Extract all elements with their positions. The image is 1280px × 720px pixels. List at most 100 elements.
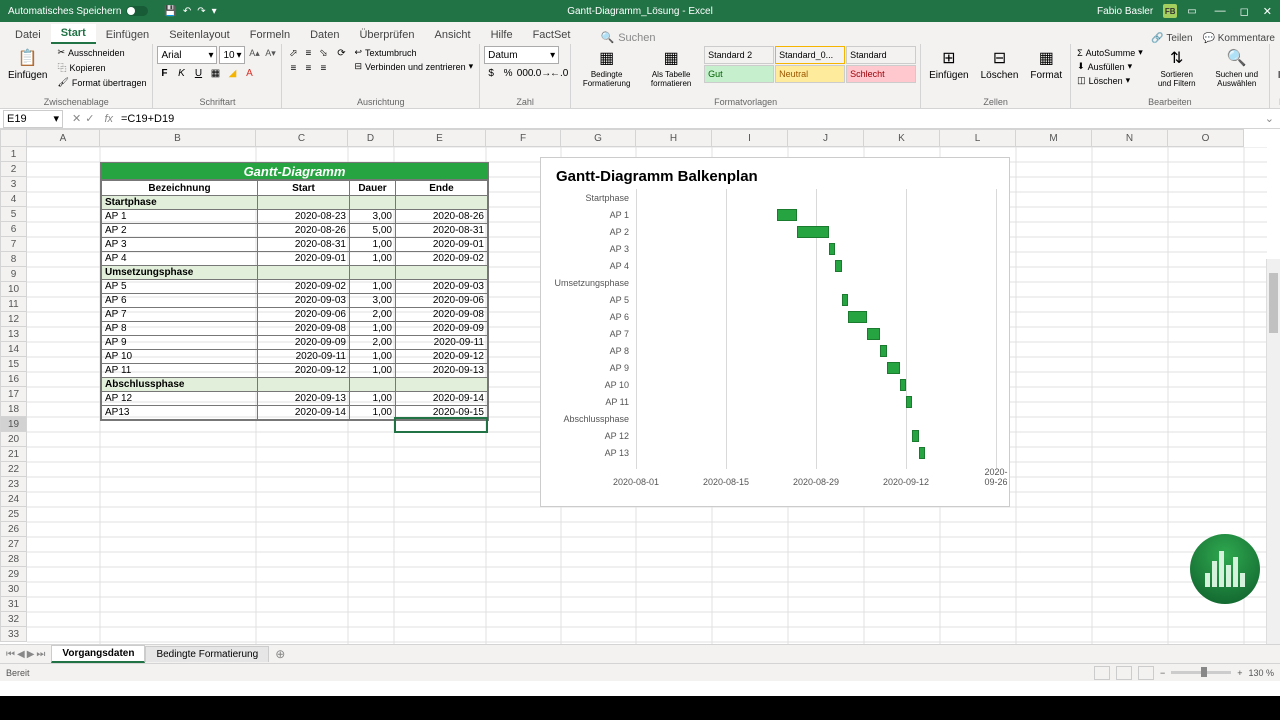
table-cell[interactable]: AP 9	[102, 336, 258, 350]
column-headers[interactable]: ABCDEFGHIJKLMNO	[27, 129, 1244, 147]
number-format-select[interactable]: Datum▾	[484, 46, 559, 64]
row-header-6[interactable]: 6	[0, 222, 27, 237]
delete-cells-button[interactable]: ⊟Löschen	[977, 46, 1023, 83]
table-cell[interactable]: AP 12	[102, 392, 258, 406]
formula-input[interactable]: =C19+D19	[117, 113, 1259, 125]
table-cell[interactable]: 2020-09-02	[396, 252, 488, 266]
percent-icon[interactable]: %	[501, 66, 515, 80]
user-avatar[interactable]: FB	[1163, 4, 1177, 18]
table-cell[interactable]	[258, 378, 350, 392]
normal-view-icon[interactable]	[1094, 666, 1110, 680]
row-header-23[interactable]: 23	[0, 477, 27, 492]
table-cell[interactable]: AP 4	[102, 252, 258, 266]
col-header-F[interactable]: F	[486, 129, 561, 147]
align-middle-icon[interactable]: ≡	[301, 46, 315, 60]
table-row[interactable]: AP 92020-09-092,002020-09-11	[102, 336, 488, 350]
table-cell[interactable]: AP 11	[102, 364, 258, 378]
tell-me-search[interactable]: 🔍 Suchen	[600, 31, 655, 44]
table-cell[interactable]: Umsetzungsphase	[102, 266, 258, 280]
col-header-H[interactable]: H	[636, 129, 712, 147]
table-row[interactable]: AP 22020-08-265,002020-08-31	[102, 224, 488, 238]
table-cell[interactable]: 2020-09-08	[258, 322, 350, 336]
table-cell[interactable]: Startphase	[102, 196, 258, 210]
fx-icon[interactable]: fx	[104, 113, 113, 125]
table-cell[interactable]: AP 2	[102, 224, 258, 238]
table-cell[interactable]: 2020-09-15	[396, 406, 488, 420]
row-header-24[interactable]: 24	[0, 492, 27, 507]
col-header-D[interactable]: D	[348, 129, 394, 147]
worksheet-grid[interactable]: ABCDEFGHIJKLMNO 123456789101112131415161…	[0, 129, 1280, 644]
style-gut[interactable]: Gut	[704, 65, 774, 83]
align-left-icon[interactable]: ≡	[286, 61, 300, 75]
sheet-nav-next-icon[interactable]: ▶	[27, 649, 35, 660]
row-header-15[interactable]: 15	[0, 357, 27, 372]
minimize-icon[interactable]: —	[1215, 5, 1226, 18]
add-sheet-button[interactable]: ⊕	[275, 647, 285, 661]
autosave-toggle[interactable]: Automatisches Speichern	[0, 6, 156, 17]
table-cell[interactable]	[396, 196, 488, 210]
table-cell[interactable]: AP 5	[102, 280, 258, 294]
table-cell[interactable]: AP 3	[102, 238, 258, 252]
cell-styles-gallery[interactable]: Standard 2 Standard_0... Standard Gut Ne…	[704, 46, 916, 83]
table-cell[interactable]: 2020-08-31	[258, 238, 350, 252]
share-button[interactable]: 🔗 Teilen	[1151, 33, 1192, 44]
table-cell[interactable]: 2,00	[350, 308, 396, 322]
table-cell[interactable]	[350, 378, 396, 392]
font-size-select[interactable]: 10▾	[219, 46, 245, 64]
bold-button[interactable]: F	[157, 66, 171, 80]
page-break-view-icon[interactable]	[1138, 666, 1154, 680]
table-cell[interactable]: 2020-08-31	[396, 224, 488, 238]
row-header-18[interactable]: 18	[0, 402, 27, 417]
table-row[interactable]: AP132020-09-141,002020-09-15	[102, 406, 488, 420]
table-cell[interactable]: Abschlussphase	[102, 378, 258, 392]
col-header-L[interactable]: L	[940, 129, 1016, 147]
zoom-slider[interactable]	[1171, 671, 1231, 674]
tab-daten[interactable]: Daten	[300, 26, 349, 44]
toggle-icon[interactable]	[126, 6, 148, 16]
row-header-17[interactable]: 17	[0, 387, 27, 402]
insert-cells-button[interactable]: ⊞Einfügen	[925, 46, 972, 83]
user-name[interactable]: Fabio Basler	[1097, 6, 1153, 17]
row-header-31[interactable]: 31	[0, 597, 27, 612]
tab-einfuegen[interactable]: Einfügen	[96, 26, 159, 44]
vertical-scrollbar[interactable]	[1266, 259, 1280, 644]
table-cell[interactable]	[396, 378, 488, 392]
col-header-E[interactable]: E	[394, 129, 486, 147]
table-cell[interactable]: 1,00	[350, 406, 396, 420]
table-cell[interactable]: 2020-09-13	[396, 364, 488, 378]
table-row[interactable]: AP 62020-09-033,002020-09-06	[102, 294, 488, 308]
row-header-7[interactable]: 7	[0, 237, 27, 252]
table-row[interactable]: AP 112020-09-121,002020-09-13	[102, 364, 488, 378]
col-header-O[interactable]: O	[1168, 129, 1244, 147]
decrease-decimal-icon[interactable]: ←.0	[552, 66, 566, 80]
row-header-10[interactable]: 10	[0, 282, 27, 297]
ribbon-display-icon[interactable]: ▭	[1187, 6, 1196, 17]
align-top-icon[interactable]: ⬀	[286, 46, 300, 60]
col-header-C[interactable]: C	[256, 129, 348, 147]
enter-formula-icon[interactable]: ✓	[85, 112, 94, 125]
table-cell[interactable]: 2020-09-06	[396, 294, 488, 308]
fill-button[interactable]: ⬇Ausfüllen▾	[1075, 60, 1145, 73]
clear-button[interactable]: ◫Löschen▾	[1075, 74, 1145, 87]
style-standard[interactable]: Standard	[846, 46, 916, 64]
row-header-19[interactable]: 19	[0, 417, 27, 432]
style-neutral[interactable]: Neutral	[775, 65, 845, 83]
col-header-B[interactable]: B	[100, 129, 256, 147]
table-row[interactable]: AP 52020-09-021,002020-09-03	[102, 280, 488, 294]
table-cell[interactable]	[350, 266, 396, 280]
border-button[interactable]: ▦	[208, 66, 222, 80]
table-cell[interactable]: 1,00	[350, 364, 396, 378]
table-cell[interactable]: 2020-09-09	[258, 336, 350, 350]
fill-color-button[interactable]: ◢	[225, 66, 239, 80]
copy-button[interactable]: ⿻Kopieren	[55, 60, 148, 75]
find-select-button[interactable]: 🔍Suchen und Auswählen	[1209, 46, 1265, 90]
table-cell[interactable]	[350, 196, 396, 210]
font-name-select[interactable]: Arial▾	[157, 46, 217, 64]
table-cell[interactable]: 1,00	[350, 322, 396, 336]
table-cell[interactable]: 1,00	[350, 392, 396, 406]
tab-ansicht[interactable]: Ansicht	[424, 26, 480, 44]
table-row[interactable]: AP 82020-09-081,002020-09-09	[102, 322, 488, 336]
tab-start[interactable]: Start	[51, 24, 96, 44]
currency-icon[interactable]: $	[484, 66, 498, 80]
col-header-A[interactable]: A	[27, 129, 100, 147]
